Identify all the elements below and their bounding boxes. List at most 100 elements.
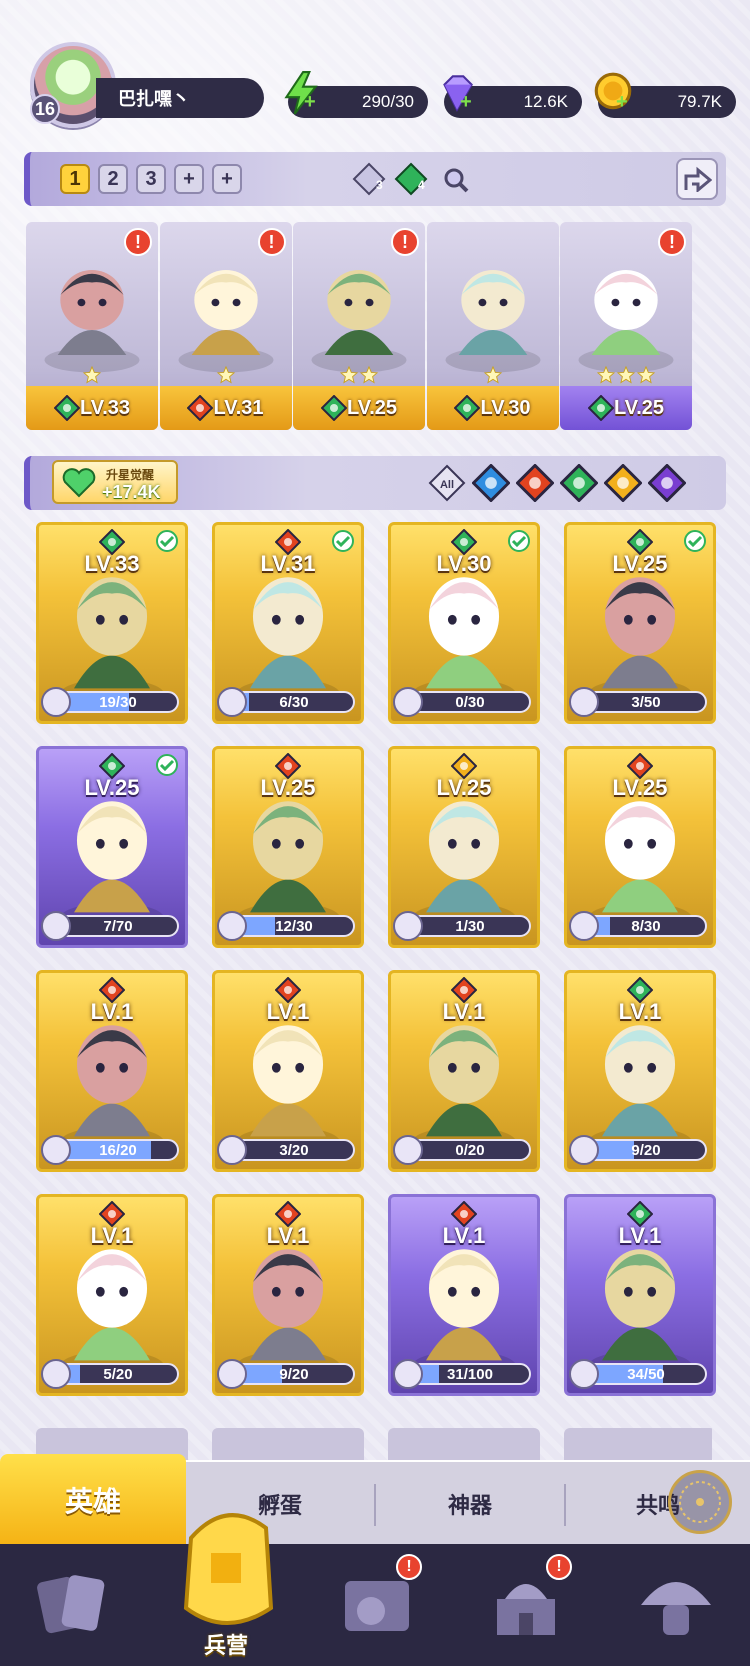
nav-barracks[interactable]: 兵营: [164, 1480, 288, 1666]
hero-card[interactable]: LV.1 5/20: [36, 1194, 188, 1396]
hero-level: LV.1: [90, 999, 134, 1024]
checkmark-icon: [332, 530, 354, 552]
hero-card[interactable]: LV.1 31/100: [388, 1194, 540, 1396]
top-bar: 巴扎嘿丶 16 290/30 + 12.6K + 79.7K +: [0, 36, 750, 128]
upgrade-alert-badge: !: [391, 228, 419, 256]
hero-level: LV.1: [266, 999, 310, 1024]
hero-level: LV.1: [442, 1223, 486, 1248]
hero-card[interactable]: LV.1 9/20: [212, 1194, 364, 1396]
nav-cards[interactable]: [12, 1554, 132, 1654]
team-slot-3[interactable]: 3: [136, 164, 166, 194]
team-hero-level-bar: LV.30: [426, 386, 559, 430]
cards-icon: [37, 1575, 105, 1634]
fire-element-icon: [187, 395, 214, 421]
team-hero-stars: [26, 366, 158, 384]
filter-all-label: All: [440, 479, 454, 491]
hero-level: LV.25: [260, 775, 316, 800]
hero-level: LV.25: [84, 775, 140, 800]
star-icon: [340, 366, 358, 384]
hero-card[interactable]: LV.1 34/50: [564, 1194, 716, 1396]
nav-book-alert: !: [396, 1554, 422, 1580]
awaken-bonus[interactable]: 升星觉醒 +17.4K: [52, 460, 178, 504]
shard-icon: [217, 687, 247, 717]
hero-card[interactable]: LV.1 9/20: [564, 970, 716, 1172]
checkmark-icon: [684, 530, 706, 552]
active-team: LV.33 ! LV.31 ! LV.25 ! LV.30 LV.25 !: [26, 222, 726, 432]
shard-icon: [569, 687, 599, 717]
add-energy-icon[interactable]: +: [304, 92, 320, 112]
tab-heroes[interactable]: 英雄: [0, 1454, 186, 1546]
team-hero-level: LV.25: [346, 396, 398, 419]
tab-artifacts[interactable]: 神器: [376, 1462, 564, 1546]
hero-card[interactable]: LV.25 12/30: [212, 746, 364, 948]
hero-card[interactable]: LV.25 7/70: [36, 746, 188, 948]
hero-card[interactable]: LV.25 3/50: [564, 522, 716, 724]
player-name-bar[interactable]: 巴扎嘿丶: [96, 78, 264, 118]
filter-fire-button[interactable]: [515, 463, 555, 503]
nav-temple-alert: !: [546, 1554, 572, 1580]
team-hero-level-bar: LV.31: [159, 386, 292, 430]
compass-button[interactable]: [668, 1470, 732, 1534]
team-hero-card[interactable]: LV.33 !: [26, 222, 158, 430]
bottom-navigation: 兵营 ! !: [0, 1513, 750, 1666]
star-icon: [597, 366, 615, 384]
hero-level: LV.1: [618, 1223, 662, 1248]
gem-value: 12.6K: [523, 92, 568, 111]
shard-icon: [41, 1359, 71, 1389]
hero-level: LV.25: [612, 551, 668, 576]
energy-value: 290/30: [362, 92, 414, 111]
hero-card[interactable]: LV.33 19/30: [36, 522, 188, 724]
nav-temple[interactable]: !: [466, 1554, 586, 1654]
shard-icon: [569, 1359, 599, 1389]
team-slot-2[interactable]: 2: [98, 164, 128, 194]
team-hero-card[interactable]: LV.31 !: [159, 222, 292, 430]
shard-icon: [217, 1135, 247, 1165]
hero-card[interactable]: LV.25 8/30: [564, 746, 716, 948]
filter-water-button[interactable]: [471, 463, 511, 503]
shard-icon: [569, 911, 599, 941]
team-hero-card[interactable]: LV.25 !: [293, 222, 425, 430]
share-button[interactable]: [676, 158, 718, 200]
filter-dark-icon: [647, 463, 687, 503]
team-selector-bar: 1 2 3 + + 3 4: [24, 152, 726, 206]
search-icon[interactable]: [442, 166, 470, 194]
team-hero-stars: [160, 366, 292, 384]
team-hero-stars: [293, 366, 425, 384]
team-slot-add-2[interactable]: +: [212, 164, 242, 194]
awaken-label: 升星觉醒: [106, 468, 155, 482]
wind-count: 4: [418, 178, 425, 192]
barracks-icon: [183, 1513, 274, 1625]
team-hero-card[interactable]: LV.30: [426, 222, 559, 430]
shard-icon: [569, 1135, 599, 1165]
upgrade-alert-badge: !: [124, 228, 152, 256]
hero-card[interactable]: LV.31 6/30: [212, 522, 364, 724]
filter-dark-button[interactable]: [647, 463, 687, 503]
filter-all-button[interactable]: All: [428, 464, 466, 502]
team-hero-card[interactable]: LV.25 !: [560, 222, 692, 430]
filter-light-button[interactable]: [603, 463, 643, 503]
hero-card[interactable]: LV.1 3/20: [212, 970, 364, 1172]
nav-guild[interactable]: [616, 1554, 736, 1654]
team-slot-1[interactable]: 1: [60, 164, 90, 194]
team-hero-level: LV.33: [79, 396, 131, 419]
hero-level: LV.30: [436, 551, 492, 576]
wind-element-icon: [320, 395, 347, 421]
hero-level: LV.1: [266, 1223, 310, 1248]
hero-card[interactable]: LV.30 0/30: [388, 522, 540, 724]
hero-card[interactable]: LV.1 0/20: [388, 970, 540, 1172]
star-icon: [360, 366, 378, 384]
hero-level: LV.31: [260, 551, 316, 576]
hero-card[interactable]: LV.25 1/30: [388, 746, 540, 948]
hero-card[interactable]: LV.1 16/20: [36, 970, 188, 1172]
upgrade-alert-badge: !: [658, 228, 686, 256]
nav-book[interactable]: !: [316, 1554, 436, 1654]
team-hero-art: [427, 230, 559, 380]
star-icon: [637, 366, 655, 384]
filter-wind-button[interactable]: [559, 463, 599, 503]
add-gold-icon[interactable]: +: [616, 92, 632, 112]
team-slot-add-1[interactable]: +: [174, 164, 204, 194]
hero-portrait: [444, 270, 541, 373]
checkmark-icon: [156, 754, 178, 776]
team-hero-level: LV.30: [480, 396, 531, 419]
add-gem-icon[interactable]: +: [460, 92, 476, 112]
